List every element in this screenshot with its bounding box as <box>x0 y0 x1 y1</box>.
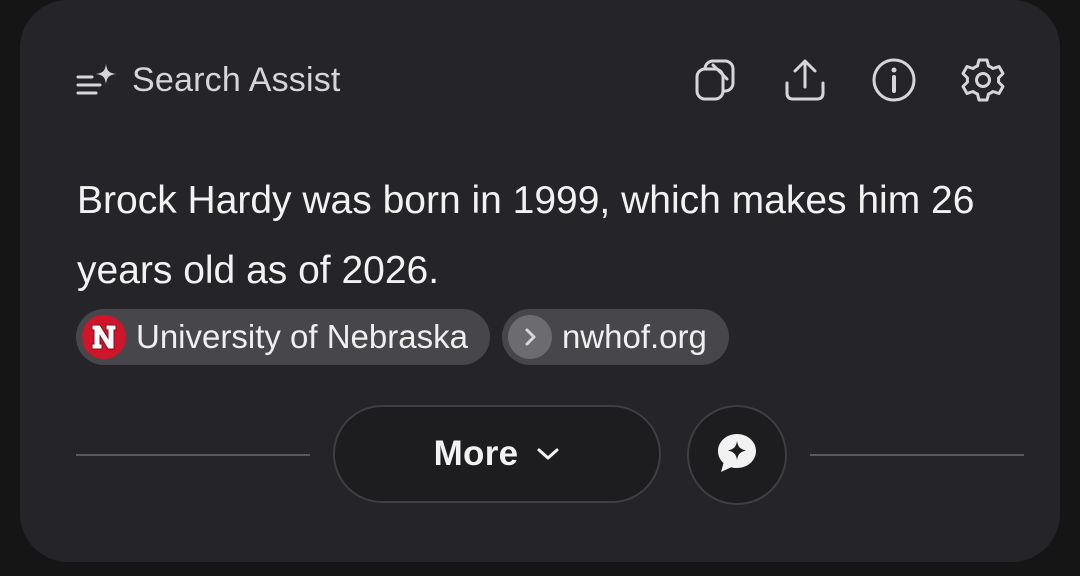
source-chip-nebraska[interactable]: University of Nebraska <box>76 309 490 365</box>
source-chips: University of Nebraska nwhof.org <box>76 309 741 365</box>
card-title: Search Assist <box>132 60 341 99</box>
source-chip-nwhof[interactable]: nwhof.org <box>501 309 729 365</box>
search-assist-card: Search Assist Brock Hardy was born in 19… <box>20 0 1060 562</box>
card-toolbar <box>652 56 1008 104</box>
more-button[interactable]: More <box>333 405 661 503</box>
chat-sparkle-icon <box>715 431 759 480</box>
chevron-right-icon <box>507 315 552 359</box>
chat-button[interactable] <box>687 405 787 505</box>
source-label: University of Nebraska <box>136 318 468 355</box>
chevron-down-icon <box>536 446 560 462</box>
sparkle-lines-icon <box>76 62 120 98</box>
share-icon[interactable] <box>780 55 830 105</box>
info-icon[interactable] <box>869 55 919 105</box>
divider-left <box>76 454 310 456</box>
gear-icon[interactable] <box>958 55 1008 105</box>
more-label: More <box>433 434 519 473</box>
copy-icon[interactable] <box>691 55 741 105</box>
nebraska-n-logo <box>82 315 126 359</box>
answer-text: Brock Hardy was born in 1999, which make… <box>77 179 975 292</box>
source-label: nwhof.org <box>561 318 707 355</box>
divider-right <box>810 454 1024 456</box>
card-header: Search Assist <box>76 56 341 104</box>
